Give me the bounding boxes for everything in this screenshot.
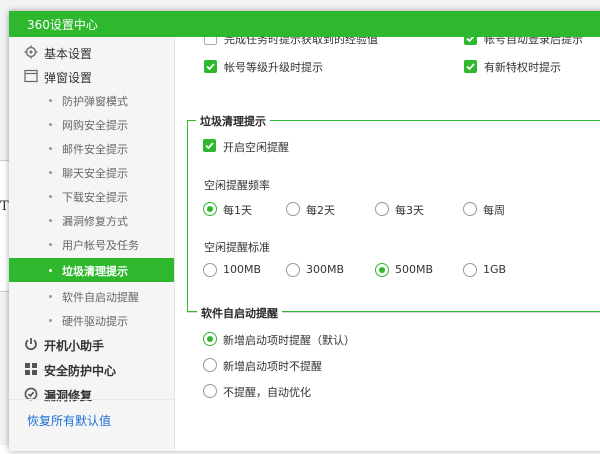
sidebar-sub-label: 用户帐号及任务 [62,239,139,252]
radio-autostart-remind[interactable] [203,332,217,346]
radio-autostart-no-remind[interactable] [203,358,217,372]
radio-label: 每1天 [223,204,252,217]
sidebar-item-label: 基本设置 [44,47,93,61]
sidebar-sub-label: 垃圾清理提示 [62,265,128,278]
sidebar-sub-item[interactable]: 网购安全提示 [9,112,174,136]
sidebar-sub-item[interactable]: 聊天安全提示 [9,160,174,184]
bullet-dot [49,195,52,198]
bullet-dot [49,295,52,298]
radio-label: 100MB [223,263,262,276]
freq-label: 空闲提醒频率 [204,179,270,192]
check-icon [466,63,475,71]
radio-std-500mb[interactable] [375,263,389,277]
window-title: 360设置中心 [27,18,98,32]
radio-label: 每2天 [306,204,335,217]
sidebar-item-security-center[interactable]: 安全防护中心 [9,357,174,381]
sidebar-item-label: 安全防护中心 [44,364,117,378]
bullet-dot [49,269,52,272]
radio-freq-2day[interactable] [286,202,300,216]
sidebar-sub-label: 网购安全提示 [62,119,128,132]
radio-label: 每3天 [395,204,424,217]
content-panel: 完成任务时提示获取到的经验值 帐号自动登录后提示 帐号等级升级时提示 有新特权时… [175,37,600,451]
radio-freq-week[interactable] [463,202,477,216]
checkbox-task-exp[interactable] [204,37,217,45]
sidebar-sub-item[interactable]: 邮件安全提示 [9,136,174,160]
radio-freq-3day[interactable] [375,202,389,216]
sidebar-sub-item-active[interactable]: 垃圾清理提示 [9,258,174,282]
sidebar-item-basic[interactable]: 基本设置 [9,40,174,64]
option-label: 帐号自动登录后提示 [484,37,583,46]
radio-label: 不提醒，自动优化 [223,386,311,399]
sidebar-item-label: 开机小助手 [44,339,105,353]
shield-icon [25,363,37,375]
radio-freq-1day[interactable] [203,202,217,216]
sidebar-item-startup-helper[interactable]: 开机小助手 [9,332,174,356]
bullet-dot [49,171,52,174]
option-label: 有新特权时提示 [484,61,561,74]
radio-label: 300MB [306,263,345,276]
checkbox-enable-idle-reminder[interactable] [203,139,216,152]
option-label: 完成任务时提示获取到的经验值 [224,37,378,46]
checkbox-level-up[interactable] [204,60,217,73]
power-icon [25,338,37,351]
junk-group-title: 垃圾清理提示 [196,113,270,129]
sidebar: 基本设置 弹窗设置 防护弹窗模式 网购安全提示 邮件安全提示 聊天安全提示 下载… [9,37,175,451]
checkbox-auto-login[interactable] [464,37,477,45]
bullet-dot [49,147,52,150]
sidebar-sub-label: 软件自启动提醒 [62,291,139,304]
sidebar-sub-item[interactable]: 硬件驱动提示 [9,308,174,332]
radio-label: 1GB [483,263,507,276]
option-label: 帐号等级升级时提示 [224,61,323,74]
sidebar-sub-label: 防护弹窗模式 [62,95,128,108]
bullet-dot [49,123,52,126]
bullet-dot [49,243,52,246]
sidebar-item-popup[interactable]: 弹窗设置 [9,64,174,88]
sidebar-sub-label: 漏洞修复方式 [62,215,128,228]
radio-label: 新增启动项时提醒（默认） [223,334,355,347]
sidebar-sub-item[interactable]: 下载安全提示 [9,184,174,208]
bullet-dot [49,99,52,102]
title-bar[interactable]: 360设置中心 [9,11,600,37]
option-label: 开启空闲提醒 [223,141,289,154]
radio-autostart-auto-optimize[interactable] [203,384,217,398]
sidebar-sub-label: 聊天安全提示 [62,167,128,180]
check-icon [466,37,475,43]
sidebar-sub-item[interactable]: 防护弹窗模式 [9,88,174,112]
checkbox-new-privilege[interactable] [464,60,477,73]
background-text-fragment: T [0,199,9,214]
window-icon [24,69,38,83]
sidebar-item-patch[interactable]: 漏洞修复 [9,382,174,406]
check-icon [206,63,215,71]
radio-label: 500MB [395,263,434,276]
sidebar-sub-item[interactable]: 漏洞修复方式 [9,208,174,232]
radio-std-100mb[interactable] [203,263,217,277]
radio-label: 每周 [483,204,505,217]
account-group: 完成任务时提示获取到的经验值 帐号自动登录后提示 帐号等级升级时提示 有新特权时… [175,37,600,105]
bullet-dot [49,219,52,222]
sidebar-sub-label: 硬件驱动提示 [62,315,128,328]
sidebar-sub-label: 邮件安全提示 [62,143,128,156]
radio-label: 新增启动项时不提醒 [223,360,322,373]
gear-icon [24,45,38,59]
bullet-dot [49,319,52,322]
radio-std-300mb[interactable] [286,263,300,277]
autostart-group-title: 软件自启动提醒 [197,305,282,321]
std-label: 空闲提醒标准 [204,241,270,254]
sidebar-sub-item[interactable]: 用户帐号及任务 [9,232,174,256]
sidebar-sub-item[interactable]: 软件自启动提醒 [9,284,174,308]
reset-defaults-link[interactable]: 恢复所有默认值 [27,412,111,454]
check-icon [205,142,214,150]
sidebar-sub-label: 下载安全提示 [62,191,128,204]
sidebar-item-label: 漏洞修复 [44,389,93,403]
radio-std-1gb[interactable] [463,263,477,277]
sidebar-item-label: 弹窗设置 [44,71,93,85]
settings-window: 360设置中心 基本设置 弹窗设置 防护弹窗模式 网购安全提示 邮件安全提示 聊… [9,11,600,451]
